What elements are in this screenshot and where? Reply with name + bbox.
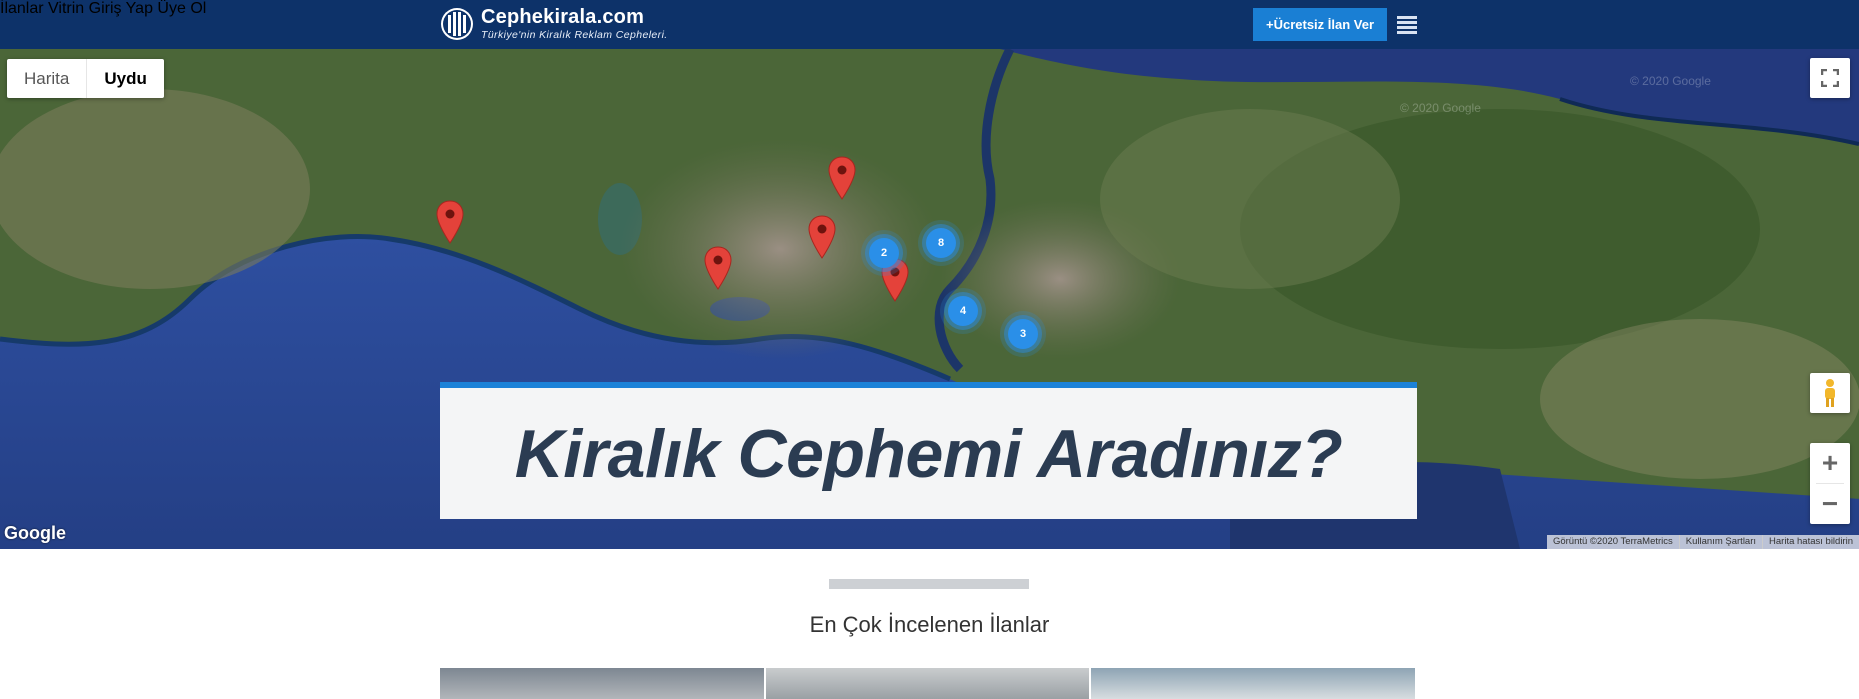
map-attribution: Görüntü ©2020 TerraMetrics Kullanım Şart… [1546, 535, 1859, 549]
map-marker[interactable] [704, 246, 732, 290]
listing-thumbnail[interactable] [1091, 668, 1418, 699]
zoom-out-button[interactable]: − [1810, 484, 1850, 524]
zoom-in-button[interactable]: + [1810, 443, 1850, 483]
map-marker[interactable] [828, 156, 856, 200]
nav-uye-ol[interactable]: Üye Ol [157, 0, 206, 17]
listing-thumbnail[interactable] [765, 668, 1092, 699]
nav-giris-yap[interactable]: Giriş Yap [89, 0, 153, 17]
nav-ilanlar-vitrin[interactable]: İlanlar Vitrin [0, 0, 84, 17]
zoom-control: + − [1810, 443, 1850, 524]
map-cluster[interactable]: 3 [1008, 319, 1038, 349]
map-type-control: Harita Uydu [7, 59, 164, 98]
fullscreen-button[interactable] [1810, 58, 1850, 98]
map-cluster[interactable]: 8 [926, 228, 956, 258]
google-logo: Google [4, 523, 66, 543]
report-error-link[interactable]: Harita hatası bildirin [1762, 535, 1859, 549]
hamburger-icon[interactable] [1397, 16, 1417, 34]
add-listing-button[interactable]: +Ücretsiz İlan Ver [1253, 8, 1387, 41]
section-title: En Çok İncelenen İlanlar [809, 612, 1050, 637]
map-marker[interactable] [808, 215, 836, 259]
logo-tagline: Türkiye'nin Kiralık Reklam Cepheleri. [481, 29, 668, 42]
svg-text:© 2020 Google: © 2020 Google [1630, 74, 1711, 88]
map-cluster[interactable]: 4 [948, 296, 978, 326]
map-marker[interactable] [436, 200, 464, 244]
site-logo[interactable]: Cephekirala.com Türkiye'nin Kiralık Rekl… [440, 6, 668, 42]
listing-thumbnail[interactable] [440, 668, 766, 699]
hero-title: Kiralık Cephemi Aradınız? [514, 415, 1343, 492]
terms-link[interactable]: Kullanım Şartları [1678, 535, 1762, 549]
site-header: Cephekirala.com Türkiye'nin Kiralık Rekl… [0, 0, 1859, 49]
listing-thumbnails [440, 668, 1418, 699]
map-type-uydu[interactable]: Uydu [86, 59, 164, 98]
pegman-icon [1825, 379, 1835, 407]
building-logo-icon [441, 8, 473, 40]
fullscreen-icon [1821, 69, 1839, 87]
imagery-credit: Görüntü ©2020 TerraMetrics [1552, 536, 1673, 547]
svg-text:© 2020 Google: © 2020 Google [1400, 101, 1481, 115]
hero-banner: Kiralık Cephemi Aradınız? [440, 382, 1417, 519]
map-cluster[interactable]: 2 [869, 238, 899, 268]
section-divider [829, 579, 1029, 589]
street-view-pegman[interactable] [1810, 373, 1850, 413]
map-type-harita[interactable]: Harita [7, 59, 86, 98]
logo-title: Cephekirala.com [481, 6, 645, 29]
